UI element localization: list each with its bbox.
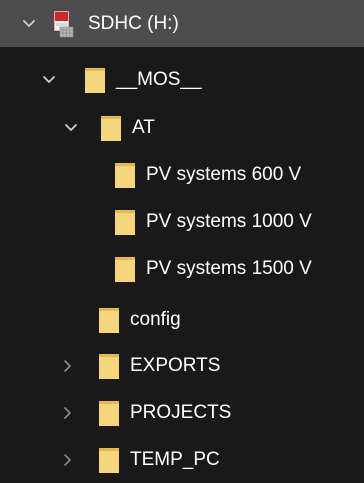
folder-icon: [114, 160, 136, 190]
tree-row-pv-1000[interactable]: PV systems 1000 V: [0, 198, 364, 245]
tree-item-label: TEMP_PC: [130, 449, 220, 470]
folder-icon: [98, 398, 120, 428]
tree-row-exports[interactable]: EXPORTS: [0, 342, 364, 389]
chevron-right-icon[interactable]: [58, 451, 76, 469]
chevron-down-icon[interactable]: [20, 15, 38, 33]
tree-item-label: __MOS__: [116, 69, 202, 90]
chevron-down-icon[interactable]: [40, 71, 58, 89]
sd-card-icon: [48, 9, 78, 39]
folder-icon: [98, 445, 120, 475]
folder-icon: [98, 305, 120, 335]
tree-row-pv-1500[interactable]: PV systems 1500 V: [0, 245, 364, 292]
tree-row-temp-pc[interactable]: TEMP_PC: [0, 436, 364, 483]
tree-item-label: PV systems 1000 V: [146, 211, 312, 232]
tree-item-label: PV systems 600 V: [146, 164, 302, 185]
tree-item-label: config: [130, 309, 181, 330]
tree-item-label: PV systems 1500 V: [146, 258, 312, 279]
tree-row-drive[interactable]: SDHC (H:): [0, 0, 364, 47]
chevron-right-icon[interactable]: [58, 404, 76, 422]
folder-icon: [100, 113, 122, 143]
chevron-down-icon[interactable]: [62, 119, 80, 137]
tree-row-projects[interactable]: PROJECTS: [0, 389, 364, 436]
folder-icon: [84, 65, 106, 95]
folder-icon: [114, 254, 136, 284]
tree-item-label: PROJECTS: [130, 402, 232, 423]
tree-row-at[interactable]: AT: [0, 104, 364, 151]
tree-item-label: EXPORTS: [130, 355, 221, 376]
folder-icon: [98, 351, 120, 381]
folder-tree: SDHC (H:) __MOS__ AT PV systems 600 V PV…: [0, 0, 364, 483]
tree-item-label: AT: [132, 117, 155, 138]
tree-row-mos[interactable]: __MOS__: [0, 56, 364, 103]
tree-row-pv-600[interactable]: PV systems 600 V: [0, 151, 364, 198]
folder-icon: [114, 207, 136, 237]
drive-label: SDHC (H:): [88, 13, 179, 34]
tree-row-config[interactable]: config: [0, 296, 364, 343]
chevron-right-icon[interactable]: [58, 357, 76, 375]
